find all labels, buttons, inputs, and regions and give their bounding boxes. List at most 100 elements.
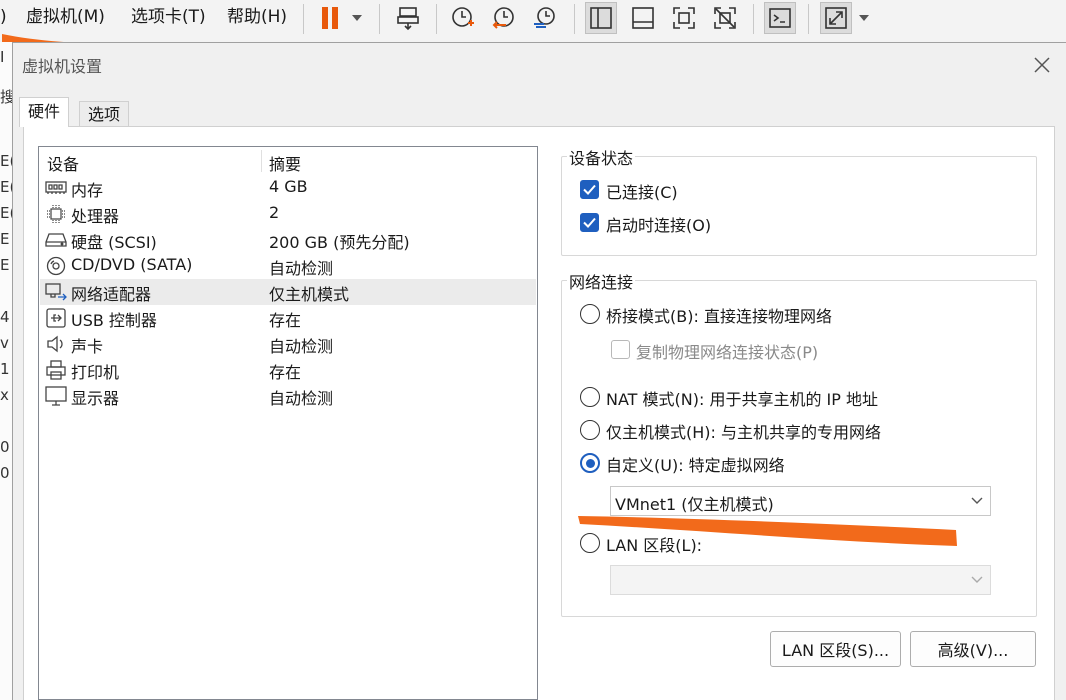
device-row-usb[interactable]: USB 控制器 存在 [40,305,536,331]
connect-at-power-on-checkbox[interactable] [580,213,599,232]
device-name: 打印机 [71,363,120,382]
stretch-icon[interactable] [820,2,852,34]
background-window-strip: I 搜 E( E( E( E E 4 v 1 x 0 0 [0,42,12,700]
lan-segment-label[interactable]: LAN 区段(L): [606,532,702,556]
menu-help[interactable]: 帮助(H) [227,5,287,29]
lan-segment-select[interactable] [610,565,991,595]
background-text: 0 [0,438,10,456]
connect-at-power-on-label[interactable]: 启动时连接(O) [606,212,711,236]
host-only-label[interactable]: 仅主机模式(H): 与主机共享的专用网络 [606,419,881,443]
nat-radio[interactable] [580,387,600,407]
unity-icon[interactable] [709,2,741,34]
nat-label[interactable]: NAT 模式(N): 用于共享主机的 IP 地址 [606,386,878,410]
custom-network-select[interactable]: VMnet1 (仅主机模式) [610,486,991,516]
stretch-dropdown-icon[interactable] [856,2,872,34]
device-name: 网络适配器 [71,285,152,304]
snapshot-take-icon[interactable] [447,2,479,34]
device-summary: 200 GB (预先分配) [269,233,410,252]
pause-icon[interactable] [316,2,344,34]
column-header-device[interactable]: 设备 [47,151,79,175]
device-list: 设备 摘要 内存 4 GB 处理器 2 硬盘 (SCSI) 200 GB (预先… [38,146,538,700]
device-row-sound-card[interactable]: 声卡 自动检测 [40,331,536,357]
background-text: E( [0,204,12,222]
custom-radio[interactable] [580,453,600,473]
device-name: 内存 [71,181,104,200]
menu-toolbar-bar: ) 虚拟机(M) 选项卡(T) 帮助(H) [0,0,1066,42]
cd-dvd-icon [45,256,67,276]
bridged-label[interactable]: 桥接模式(B): 直接连接物理网络 [606,303,832,327]
host-only-radio[interactable] [580,420,600,440]
device-name: 硬盘 (SCSI) [71,233,157,252]
menu-fragment[interactable]: ) [0,5,7,29]
device-summary: 仅主机模式 [269,285,350,304]
advanced-button[interactable]: 高级(V)... [910,631,1036,667]
device-name: USB 控制器 [71,311,157,330]
background-text: E( [0,178,12,196]
menu-tabs[interactable]: 选项卡(T) [131,5,206,29]
usb-icon [45,308,67,328]
toolbar-separator [303,4,304,34]
custom-network-value: VMnet1 (仅主机模式) [615,495,774,514]
device-row-memory[interactable]: 内存 4 GB [40,175,536,201]
device-list-header: 设备 摘要 [39,147,537,175]
bridged-radio[interactable] [580,304,600,324]
fullscreen-icon[interactable] [668,2,700,34]
chevron-down-icon [971,497,983,504]
device-summary: 自动检测 [269,337,334,356]
snapshot-revert-icon[interactable] [488,2,520,34]
connected-checkbox[interactable] [580,180,599,199]
replicate-state-label[interactable]: 复制物理网络连接状态(P) [636,339,818,363]
column-header-summary[interactable]: 摘要 [269,151,301,175]
cpu-icon [45,204,67,224]
close-icon[interactable] [1029,52,1055,78]
device-row-display[interactable]: 显示器 自动检测 [40,383,536,409]
background-text: E [0,256,10,274]
connected-label[interactable]: 已连接(C) [606,179,678,203]
device-summary: 自动检测 [269,259,334,278]
background-text: I [0,48,5,66]
send-ctrl-alt-del-icon[interactable] [392,2,424,34]
tab-hardware[interactable]: 硬件 [19,97,70,127]
snapshot-manager-icon[interactable] [529,2,561,34]
toolbar-separator [436,4,437,34]
background-text: 4 [0,308,10,326]
background-text: v [0,334,9,352]
thumbnail-view-icon[interactable] [627,2,659,34]
memory-icon [45,178,67,198]
device-summary: 存在 [269,363,302,382]
replicate-state-checkbox[interactable] [611,340,630,359]
printer-icon [45,360,67,380]
network-adapter-icon [45,282,67,302]
background-text: E( [0,152,12,170]
device-row-network-adapter[interactable]: 网络适配器 仅主机模式 [40,279,536,305]
column-divider[interactable] [261,150,262,172]
lan-segment-radio[interactable] [580,533,600,553]
lan-segments-button[interactable]: LAN 区段(S)... [770,631,901,667]
background-text: x [0,386,9,404]
console-icon[interactable] [764,2,796,34]
chevron-down-icon [971,576,983,583]
toolbar-separator [808,4,809,34]
device-row-printer[interactable]: 打印机 存在 [40,357,536,383]
device-name: 声卡 [71,337,104,356]
dropdown-icon[interactable] [348,2,366,34]
device-row-cd-dvd[interactable]: CD/DVD (SATA) 自动检测 [40,253,536,279]
device-status-group [561,156,1037,256]
device-summary: 存在 [269,311,302,330]
custom-label[interactable]: 自定义(U): 特定虚拟网络 [606,452,785,476]
background-text: 0 [0,464,10,482]
device-name: CD/DVD (SATA) [71,255,193,274]
library-view-icon[interactable] [585,2,617,34]
device-row-processor[interactable]: 处理器 2 [40,201,536,227]
toolbar-separator [379,4,380,34]
background-text: 搜 [0,88,12,106]
device-summary: 4 GB [269,177,308,196]
tab-options[interactable]: 选项 [79,101,130,128]
toolbar-separator [753,4,754,34]
device-row-hard-disk[interactable]: 硬盘 (SCSI) 200 GB (预先分配) [40,227,536,253]
hard-disk-icon [45,230,67,250]
background-text: E [0,230,10,248]
device-name: 处理器 [71,207,120,226]
sound-card-icon [45,334,67,354]
menu-vm[interactable]: 虚拟机(M) [26,5,105,29]
